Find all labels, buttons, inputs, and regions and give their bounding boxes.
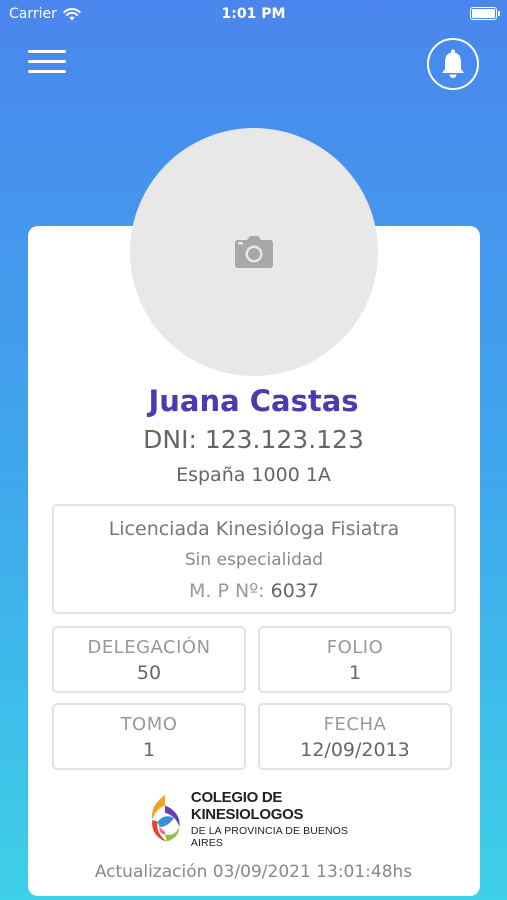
menu-button[interactable] xyxy=(28,50,66,76)
specialty: Sin especialidad xyxy=(184,550,324,570)
fecha-value: 12/09/2013 xyxy=(300,739,410,761)
colegio-emblem xyxy=(152,794,180,842)
clock: 1:01 PM xyxy=(221,6,286,22)
tomo-label: TOMO xyxy=(120,714,178,735)
credential-info-box: Licenciada Kinesióloga Fisiatra Sin espe… xyxy=(52,504,456,614)
camera-icon xyxy=(235,236,273,268)
professional-title: Licenciada Kinesióloga Fisiatra xyxy=(108,518,400,540)
fecha-box: FECHA 12/09/2013 xyxy=(258,703,452,770)
delegacion-box: DELEGACIÓN 50 xyxy=(52,626,246,693)
status-bar: Carrier 1:01 PM xyxy=(0,0,507,28)
fecha-label: FECHA xyxy=(323,714,387,735)
logo-line-2: DE LA PROVINCIA DE BUENOS AIRES xyxy=(190,825,349,849)
profile-photo[interactable] xyxy=(130,128,378,376)
member-address: España 1000 1A xyxy=(176,464,331,486)
colegio-logo: COLEGIO DE KINESIOLOGOS DE LA PROVINCIA … xyxy=(147,789,377,849)
bell-icon xyxy=(442,49,464,78)
tomo-box: TOMO 1 xyxy=(52,703,246,770)
delegacion-label: DELEGACIÓN xyxy=(87,637,211,658)
folio-box: FOLIO 1 xyxy=(258,626,452,693)
license-value: 6037 xyxy=(270,580,319,602)
battery-icon xyxy=(470,7,500,20)
member-name: Juana Castas xyxy=(148,384,359,418)
folio-label: FOLIO xyxy=(326,637,384,658)
hamburger-icon xyxy=(28,50,66,53)
license-label: M. P Nº: xyxy=(189,580,265,602)
folio-value: 1 xyxy=(348,662,362,684)
notifications-button[interactable] xyxy=(427,38,479,90)
license-number: M. P Nº: 6037 xyxy=(54,580,454,602)
logo-line-1: COLEGIO DE KINESIOLOGOS xyxy=(190,789,304,823)
member-dni: DNI: 123.123.123 xyxy=(143,425,364,454)
last-updated: Actualización 03/09/2021 13:01:48hs xyxy=(94,862,413,882)
tomo-value: 1 xyxy=(142,739,156,761)
delegacion-value: 50 xyxy=(136,662,162,684)
